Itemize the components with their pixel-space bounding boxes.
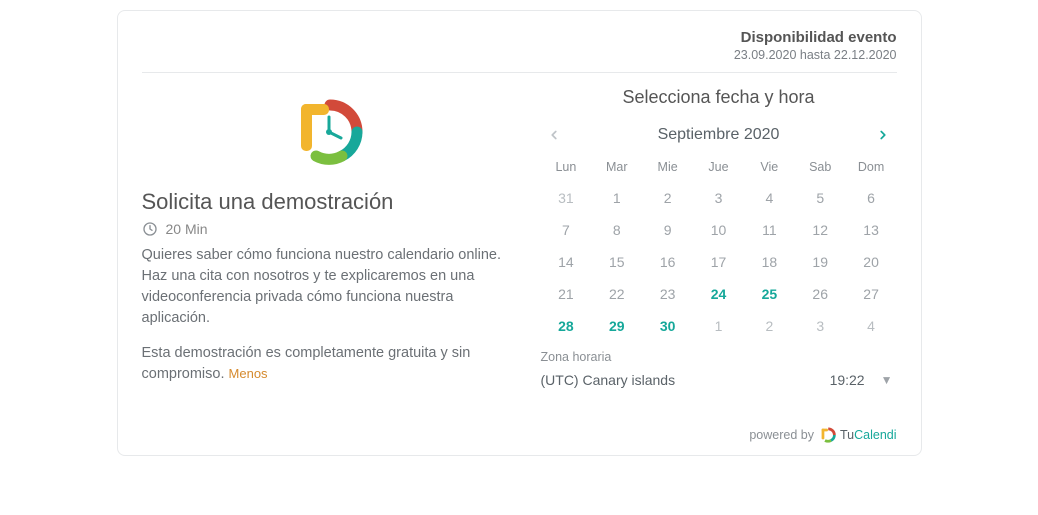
calendar-day-available[interactable]: 25 [744, 278, 795, 310]
calendar-day: 22 [591, 278, 642, 310]
weekday-header-cell: Dom [846, 154, 897, 182]
calendar-week-row: 14151617181920 [541, 246, 897, 278]
calendar-day: 2 [744, 310, 795, 342]
description-paragraph: Quieres saber cómo funciona nuestro cale… [142, 245, 517, 329]
month-navigation: Septiembre 2020 [541, 122, 897, 148]
chevron-right-icon [876, 128, 890, 142]
duration-row: 20 Min [142, 221, 517, 237]
availability-range: 23.09.2020 hasta 22.12.2020 [142, 48, 897, 62]
calendar-day: 16 [642, 246, 693, 278]
timezone-label: Zona horaria [541, 350, 897, 364]
calendar-day: 11 [744, 214, 795, 246]
event-title: Solicita una demostración [142, 189, 517, 215]
calendar-day: 19 [795, 246, 846, 278]
weekday-header-cell: Lun [541, 154, 592, 182]
timezone-current-time: 19:22 [830, 372, 865, 388]
clock-icon [142, 221, 158, 237]
calendar-day: 31 [541, 182, 592, 214]
weekday-header-cell: Vie [744, 154, 795, 182]
calendar-day: 20 [846, 246, 897, 278]
chevron-left-icon [547, 128, 561, 142]
booking-card: Disponibilidad evento 23.09.2020 hasta 2… [117, 10, 922, 456]
calendar-day: 3 [693, 182, 744, 214]
calendar-day: 17 [693, 246, 744, 278]
calendar-day: 3 [795, 310, 846, 342]
event-details: Solicita una demostración 20 Min Quieres… [142, 81, 517, 399]
calendar-day-available[interactable]: 29 [591, 310, 642, 342]
calendar-day: 1 [693, 310, 744, 342]
calendar-day: 4 [744, 182, 795, 214]
powered-by-label: powered by [749, 428, 814, 442]
calendar-day: 12 [795, 214, 846, 246]
calendar-day: 14 [541, 246, 592, 278]
current-month-label: Septiembre 2020 [658, 126, 780, 144]
weekday-header-cell: Mie [642, 154, 693, 182]
picker-title: Selecciona fecha y hora [541, 87, 897, 108]
next-month-button[interactable] [870, 122, 896, 148]
calendar-day: 26 [795, 278, 846, 310]
calendar-day: 13 [846, 214, 897, 246]
calendar-day-available[interactable]: 24 [693, 278, 744, 310]
calendar-week-row: 2829301234 [541, 310, 897, 342]
weekday-header-cell: Mar [591, 154, 642, 182]
powered-by-footer: powered by TuCalendi [142, 427, 897, 443]
calendar-day: 6 [846, 182, 897, 214]
calendar-day: 23 [642, 278, 693, 310]
event-description: Quieres saber cómo funciona nuestro cale… [142, 245, 517, 385]
description-paragraph: Esta demostración es completamente gratu… [142, 343, 517, 385]
weekday-header-cell: Sab [795, 154, 846, 182]
calendar-day: 9 [642, 214, 693, 246]
calendar-day-available[interactable]: 30 [642, 310, 693, 342]
calendar-week-row: 21222324252627 [541, 278, 897, 310]
collapse-description-link[interactable]: Menos [229, 366, 268, 381]
availability-title: Disponibilidad evento [142, 29, 897, 46]
calendar-week-row: 31123456 [541, 182, 897, 214]
timezone-selector[interactable]: (UTC) Canary islands 19:22 ▼ [541, 368, 897, 390]
timezone-block: Zona horaria (UTC) Canary islands 19:22 … [541, 350, 897, 390]
tucalendi-link[interactable]: TuCalendi [820, 427, 897, 443]
calendar-grid: LunMarMieJueVieSabDom 311234567891011121… [541, 154, 897, 342]
caret-down-icon: ▼ [881, 373, 893, 387]
calendar-day-available[interactable]: 28 [541, 310, 592, 342]
calendar-day: 8 [591, 214, 642, 246]
calendar-day: 18 [744, 246, 795, 278]
availability-bar: Disponibilidad evento 23.09.2020 hasta 2… [142, 29, 897, 73]
calendar-day: 15 [591, 246, 642, 278]
tucalendi-logo-icon [820, 427, 836, 443]
date-time-picker: Selecciona fecha y hora Septiembre 2020 … [541, 81, 897, 399]
calendar-day: 4 [846, 310, 897, 342]
calendar-day: 21 [541, 278, 592, 310]
calendar-day: 7 [541, 214, 592, 246]
calendar-day: 27 [846, 278, 897, 310]
brand-logo [142, 97, 517, 167]
calendar-day: 10 [693, 214, 744, 246]
calendar-day: 5 [795, 182, 846, 214]
calendar-day: 1 [591, 182, 642, 214]
calendar-week-row: 78910111213 [541, 214, 897, 246]
timezone-name: (UTC) Canary islands [541, 372, 676, 388]
prev-month-button[interactable] [541, 122, 567, 148]
tucalendi-logo-icon [294, 97, 364, 167]
calendar-day: 2 [642, 182, 693, 214]
weekday-header-row: LunMarMieJueVieSabDom [541, 154, 897, 182]
duration-text: 20 Min [166, 221, 208, 237]
weekday-header-cell: Jue [693, 154, 744, 182]
